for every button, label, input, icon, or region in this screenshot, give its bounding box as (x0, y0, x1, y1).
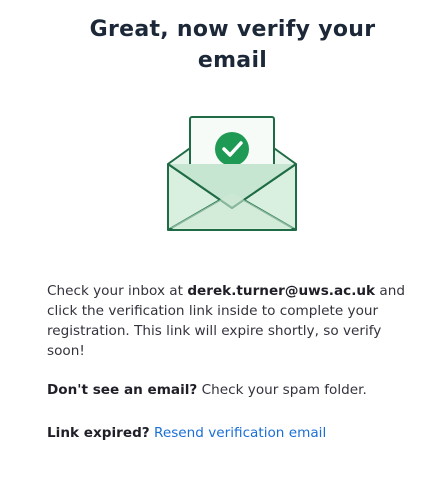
envelope-check-icon (162, 104, 302, 236)
spam-hint-text: Check your spam folder. (201, 382, 367, 398)
user-email: derek.turner@uws.ac.uk (187, 283, 376, 299)
verification-message: Check your inbox at derek.turner@uws.ac.… (47, 281, 407, 361)
page-title: Great, now verify your email (89, 17, 376, 73)
verify-email-page: Great, now verify your email Check your … (0, 0, 435, 483)
link-expired-bold: Link expired? (47, 425, 150, 441)
spam-hint: Don't see an email? Check your spam fold… (47, 380, 407, 400)
link-expired-hint: Link expired? Resend verification email (47, 423, 407, 443)
resend-verification-link[interactable]: Resend verification email (154, 425, 326, 441)
message-intro: Check your inbox at (47, 283, 183, 299)
spam-hint-bold: Don't see an email? (47, 382, 198, 398)
